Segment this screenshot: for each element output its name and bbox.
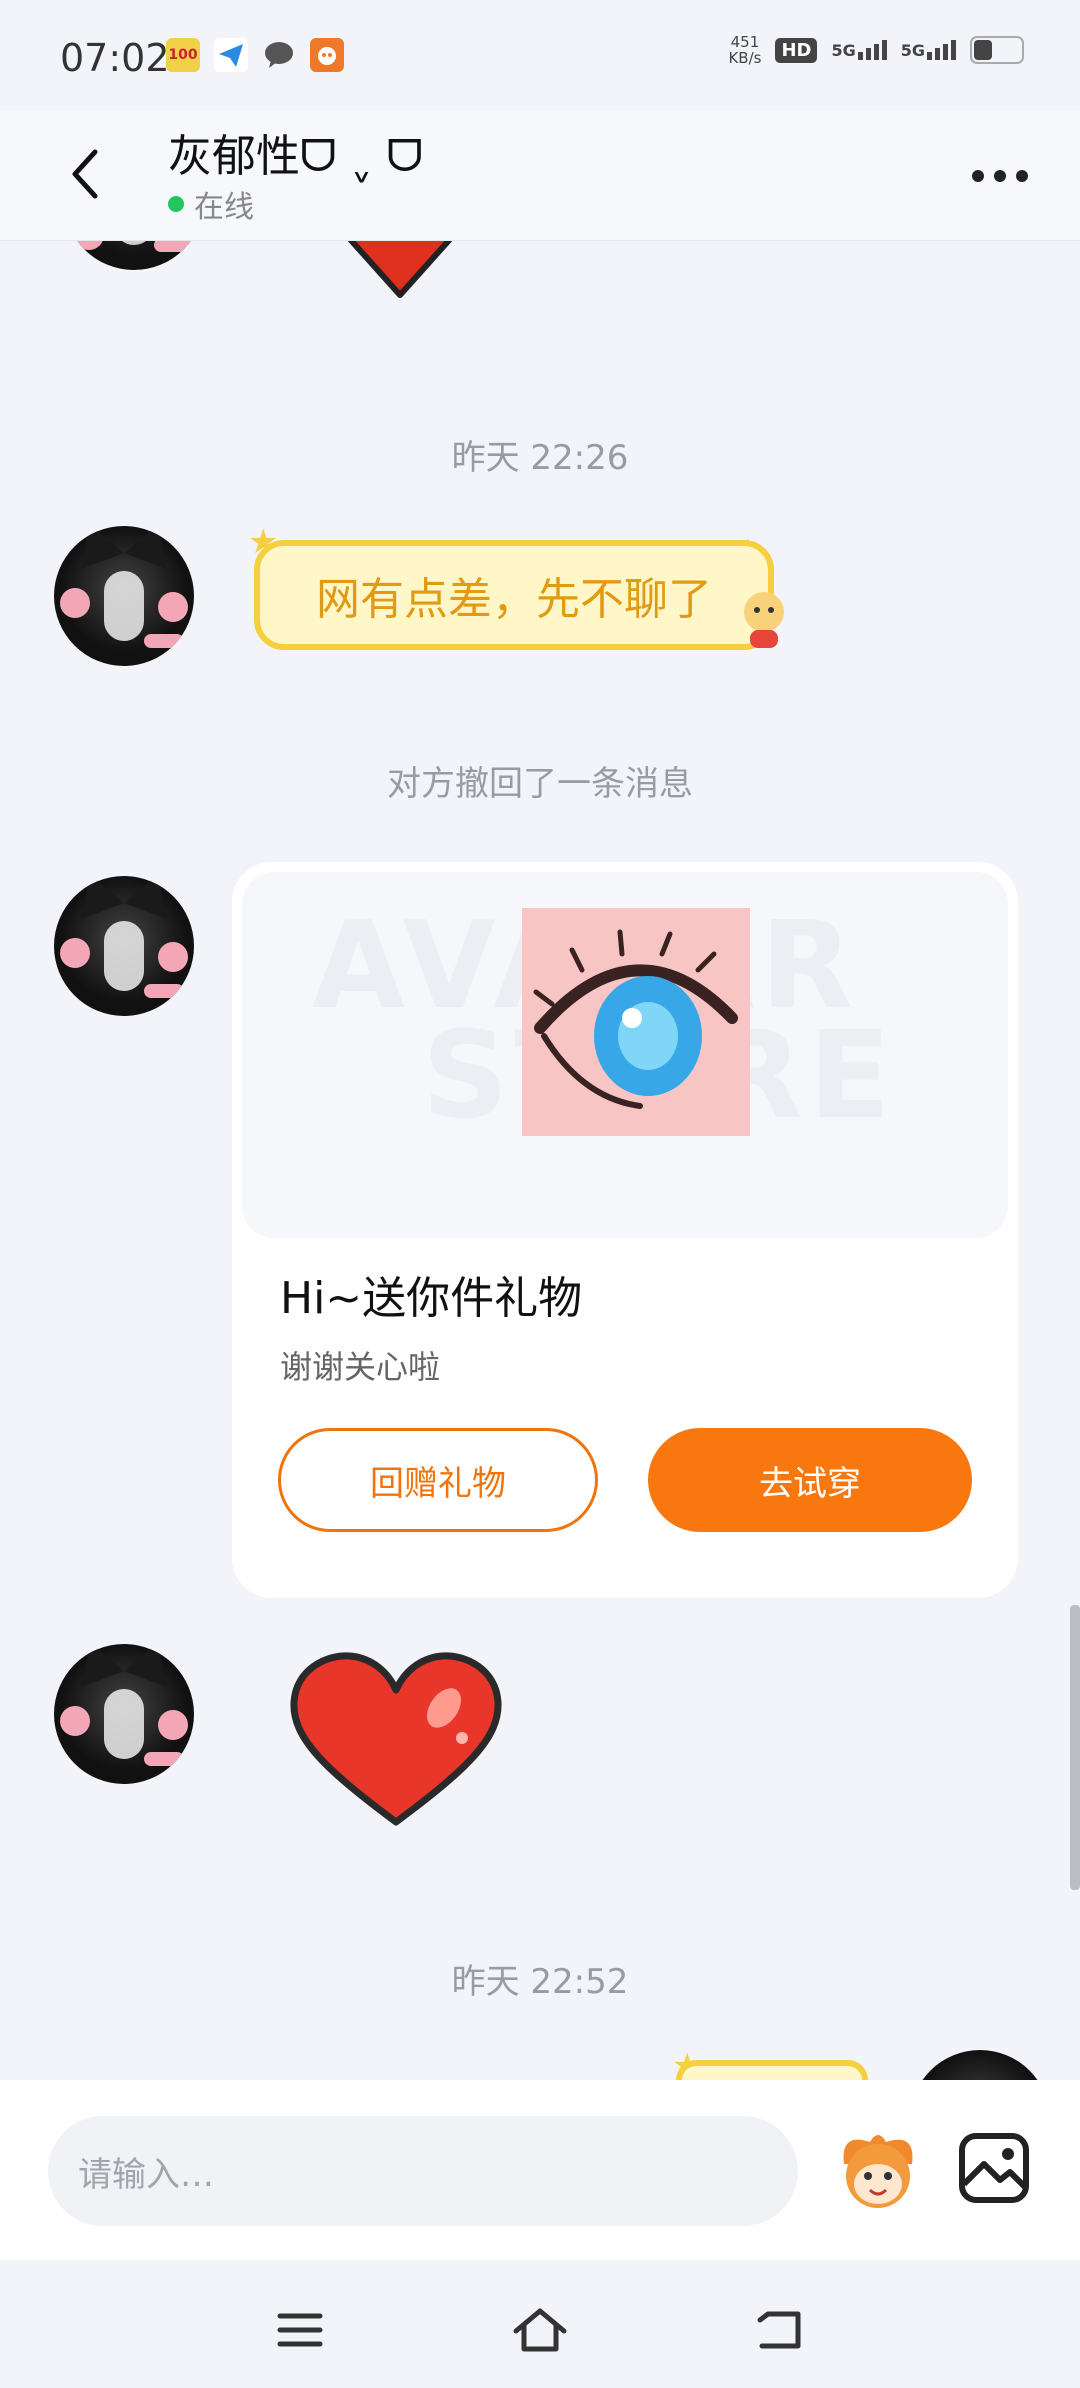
gift-card[interactable]: AVATAR STORE Hi~送你件礼物 谢谢关心啦 回赠礼物 去试穿 (232, 862, 1018, 1598)
battery-icon (970, 36, 1024, 64)
network-speed: 451 KB/s (728, 33, 762, 67)
menu-icon (277, 2313, 323, 2347)
more-dot-icon (972, 170, 984, 182)
status-time: 07:02 (60, 36, 170, 80)
app-100-icon: 100 (166, 38, 200, 72)
my-avatar[interactable] (910, 2050, 1050, 2080)
gift-message: 谢谢关心啦 (280, 1348, 441, 1386)
online-status: 在线 (168, 182, 254, 226)
mascot-app-icon (310, 38, 344, 72)
gift-title: Hi~送你件礼物 (280, 1273, 583, 1324)
home-button[interactable] (510, 2300, 570, 2360)
message-input[interactable]: 请输入… (48, 2116, 798, 2226)
system-indicators: 451 KB/s HD 5G 5G (728, 34, 1024, 66)
heart-sticker (346, 240, 454, 298)
emoji-mascot-button[interactable] (830, 2124, 926, 2220)
image-picker-button[interactable] (956, 2130, 1032, 2206)
eye-icon (533, 929, 738, 1109)
hd-voice-icon: HD (775, 37, 818, 63)
input-bar: 请输入… (0, 2080, 1080, 2260)
gift-item-image (522, 908, 750, 1136)
chevron-left-icon (72, 149, 98, 199)
back-nav-button[interactable] (750, 2300, 810, 2360)
sticker-text-bubble: 网有点差，先不聊了 (254, 540, 774, 650)
more-options-button[interactable] (960, 156, 1040, 196)
gift-preview[interactable]: AVATAR STORE (242, 872, 1008, 1238)
chat-header: 灰郁性ᗜ ˬ ᗜ 在线 (0, 110, 1080, 241)
signal-sim2-icon: 5G (901, 40, 956, 60)
back-nav-icon (757, 2311, 801, 2349)
avatar[interactable] (54, 526, 194, 666)
avatar[interactable] (64, 240, 204, 270)
message-timestamp: 昨天 22:26 (451, 438, 629, 478)
return-gift-button[interactable]: 回赠礼物 (278, 1428, 598, 1532)
home-icon (513, 2308, 567, 2352)
avatar[interactable] (54, 1644, 194, 1784)
scrollbar[interactable] (1070, 1605, 1080, 1890)
avatar[interactable] (54, 876, 194, 1016)
contact-name: 灰郁性ᗜ ˬ ᗜ (168, 131, 424, 182)
back-button[interactable] (50, 134, 120, 214)
try-on-button[interactable]: 去试穿 (648, 1428, 972, 1532)
chat-message-list[interactable]: 昨天 22:26 ★ ★ 网有点差，先不聊了 对方撤回了一条消息 AVATAR … (0, 240, 1080, 2080)
message-timestamp: 昨天 22:52 (451, 1962, 629, 2002)
system-nav-bar (0, 2260, 1080, 2388)
status-bar: 07:02 100 451 KB/s HD 5G 5G (0, 0, 1080, 110)
chat-bubble-icon (262, 38, 296, 72)
sticker-text-bubble[interactable] (676, 2060, 868, 2080)
recall-notice: 对方撤回了一条消息 (387, 764, 693, 804)
online-dot-icon (168, 196, 184, 212)
notification-icons: 100 (166, 38, 344, 72)
signal-sim1-icon: 5G (831, 40, 887, 60)
heart-sticker[interactable] (286, 1650, 506, 1830)
mascot-sticker-icon (744, 592, 784, 648)
menu-button[interactable] (270, 2300, 330, 2360)
paper-plane-icon (214, 38, 248, 72)
